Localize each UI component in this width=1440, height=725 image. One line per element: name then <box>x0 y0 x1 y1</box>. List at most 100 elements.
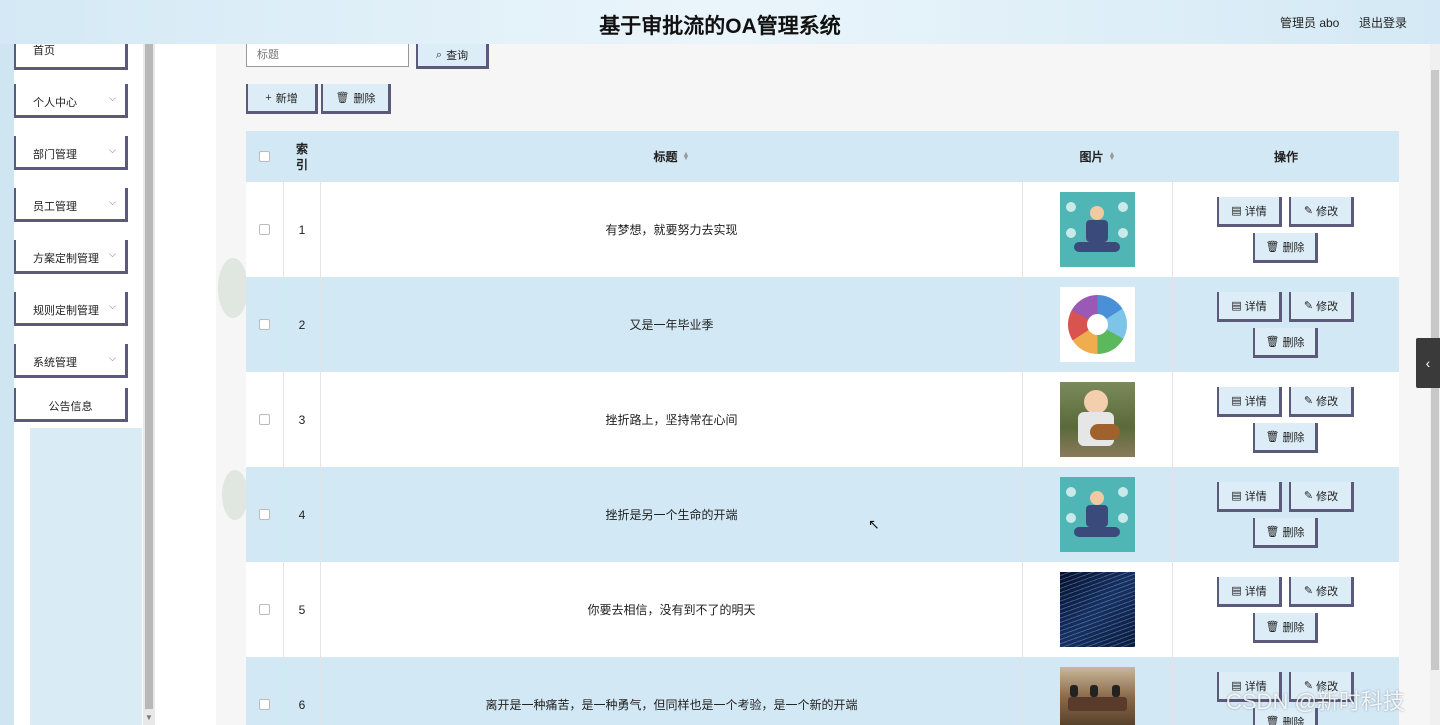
detail-icon: ▤ <box>1231 490 1242 502</box>
chevron-down-icon: ⌵ <box>109 301 116 311</box>
sidebar-item-plan-custom[interactable]: 方案定制管理 ⌵ <box>14 240 128 274</box>
delete-button-label: 删除 <box>1282 336 1305 349</box>
cell: ▤ 详情 ✎ 修改 🗑 删除 <box>1173 467 1399 562</box>
leaf-decoration <box>222 470 248 520</box>
row-checkbox[interactable] <box>259 699 270 710</box>
edit-button[interactable]: ✎ 修改 <box>1289 387 1354 417</box>
row-title: 你要去相信，没有到不了的明天 <box>587 603 756 617</box>
cell: ▤ 详情 ✎ 修改 🗑 删除 <box>1173 182 1399 277</box>
row-checkbox[interactable] <box>259 509 270 520</box>
element <box>1090 685 1098 697</box>
row-index: 4 <box>298 507 306 522</box>
chevron-down-icon: ⌵ <box>109 197 116 207</box>
delete-button[interactable]: 🗑 删除 <box>1253 423 1318 453</box>
delete-button[interactable]: 🗑 删除 <box>1253 328 1318 358</box>
row-title: 挫折路上，坚持常在心间 <box>605 413 738 427</box>
cell <box>1023 182 1173 277</box>
cell: 6 <box>283 657 321 725</box>
sidebar-item-rule-custom[interactable]: 规则定制管理 ⌵ <box>14 292 128 326</box>
sidebar-item-department[interactable]: 部门管理 ⌵ <box>14 136 128 170</box>
delete-button-label: 删除 <box>1282 526 1305 539</box>
element <box>1074 242 1120 252</box>
select-all-checkbox[interactable] <box>259 151 270 162</box>
detail-button[interactable]: ▤ 详情 <box>1217 387 1282 417</box>
row-thumbnail[interactable] <box>1060 192 1135 267</box>
cell: ▤ 详情 ✎ 修改 🗑 删除 <box>1173 562 1399 657</box>
row-title: 又是一年毕业季 <box>629 318 714 332</box>
row-thumbnail[interactable] <box>1060 382 1135 457</box>
element <box>1112 685 1120 697</box>
cell <box>1023 372 1173 467</box>
edit-button[interactable]: ✎ 修改 <box>1289 197 1354 227</box>
detail-button-label: 详情 <box>1244 300 1267 313</box>
delete-button[interactable]: 🗑 删除 <box>1253 613 1318 643</box>
detail-button[interactable]: ▤ 详情 <box>1217 577 1282 607</box>
sidebar-item-employee[interactable]: 员工管理 ⌵ <box>14 188 128 222</box>
chevron-left-icon[interactable]: ‹ <box>1416 338 1440 388</box>
leaf-decoration <box>218 258 248 318</box>
edit-button[interactable]: ✎ 修改 <box>1289 482 1354 512</box>
sidebar-item-notice[interactable]: 公告信息 <box>14 388 128 422</box>
sort-icon[interactable]: ▲ ▼ <box>1109 151 1116 162</box>
detail-button-label: 详情 <box>1244 490 1267 503</box>
sidebar-item-label: 员工管理 <box>33 201 77 213</box>
row-title: 挫折是另一个生命的开端 <box>605 508 738 522</box>
scroll-down-arrow-icon[interactable]: ▼ <box>143 712 155 724</box>
row-index: 5 <box>298 602 306 617</box>
row-checkbox[interactable] <box>259 224 270 235</box>
trash-icon: 🗑 <box>1265 336 1280 348</box>
row-checkbox[interactable] <box>259 414 270 425</box>
edit-button[interactable]: ✎ 修改 <box>1289 577 1354 607</box>
detail-button-label: 详情 <box>1244 395 1267 408</box>
add-button[interactable]: + 新增 <box>246 84 318 114</box>
search-icon: ⌕ <box>435 48 443 61</box>
row-thumbnail[interactable] <box>1060 477 1135 552</box>
chevron-down-icon: ⌵ <box>109 249 116 259</box>
delete-button[interactable]: 🗑 删除 <box>1253 518 1318 548</box>
edit-button-label: 修改 <box>1316 585 1339 598</box>
cell: ▤ 详情 ✎ 修改 🗑 删除 <box>1173 277 1399 372</box>
row-thumbnail[interactable] <box>1060 287 1135 362</box>
cell: 离开是一种痛苦，是一种勇气，但同样也是一个考验，是一个新的开端 <box>321 657 1023 725</box>
header-title[interactable]: 标题 ▲ ▼ <box>321 131 1023 182</box>
sidebar-scroll-thumb[interactable] <box>145 44 153 709</box>
row-index: 6 <box>298 697 306 712</box>
logout-link[interactable]: 退出登录 <box>1359 14 1407 31</box>
table-row: 1 有梦想，就要努力去实现 ▤ 详情 ✎ 修改 🗑 删除 <box>246 182 1399 277</box>
detail-button-label: 详情 <box>1244 585 1267 598</box>
cell: 2 <box>283 277 321 372</box>
cell <box>1023 562 1173 657</box>
edit-button[interactable]: ✎ 修改 <box>1289 292 1354 322</box>
header-image[interactable]: 图片 ▲ ▼ <box>1023 131 1173 182</box>
sort-icon[interactable]: ▲ ▼ <box>683 151 690 162</box>
row-checkbox[interactable] <box>259 319 270 330</box>
element <box>1070 685 1078 697</box>
plus-icon: + <box>265 91 272 104</box>
batch-delete-button[interactable]: 🗑 删除 <box>321 84 391 114</box>
sidebar-item-personal-center[interactable]: 个人中心 ⌵ <box>14 84 128 118</box>
cell <box>1023 277 1173 372</box>
sidebar-item-label: 公告信息 <box>48 401 93 413</box>
table-row: 4 挫折是另一个生命的开端 ▤ 详情 ✎ 修改 🗑 删除 <box>246 467 1399 562</box>
title-search-input[interactable] <box>246 44 409 67</box>
row-index: 3 <box>298 412 306 427</box>
row-checkbox[interactable] <box>259 604 270 615</box>
cell: 有梦想，就要努力去实现 <box>321 182 1023 277</box>
element <box>1086 505 1108 527</box>
cell <box>246 562 283 657</box>
row-thumbnail[interactable] <box>1060 572 1135 647</box>
element <box>1074 527 1120 537</box>
header-checkbox-cell <box>246 131 283 182</box>
detail-icon: ▤ <box>1231 300 1242 312</box>
table-row: 3 挫折路上，坚持常在心间 ▤ 详情 ✎ 修改 🗑 删除 <box>246 372 1399 467</box>
detail-button[interactable]: ▤ 详情 <box>1217 292 1282 322</box>
sidebar-item-system[interactable]: 系统管理 ⌵ <box>14 344 128 378</box>
search-button[interactable]: ⌕ 查询 <box>416 44 489 69</box>
detail-button[interactable]: ▤ 详情 <box>1217 197 1282 227</box>
delete-button[interactable]: 🗑 删除 <box>1253 233 1318 263</box>
row-thumbnail[interactable] <box>1060 667 1135 725</box>
cell: 又是一年毕业季 <box>321 277 1023 372</box>
detail-button[interactable]: ▤ 详情 <box>1217 482 1282 512</box>
trash-icon: 🗑 <box>1265 621 1280 633</box>
cell <box>1023 467 1173 562</box>
